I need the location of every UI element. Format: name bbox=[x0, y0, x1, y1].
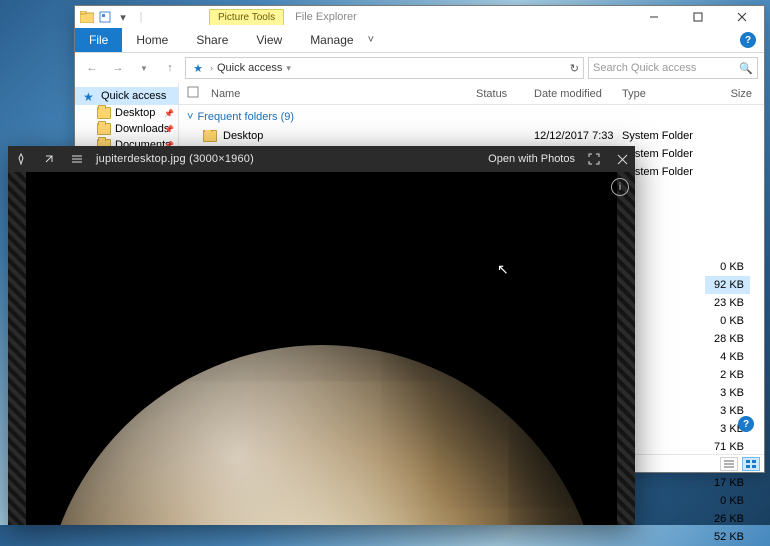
address-field[interactable]: ★ › Quick access ▾ ↻ bbox=[185, 57, 584, 79]
menu-icon[interactable] bbox=[68, 150, 86, 168]
window-controls bbox=[632, 6, 764, 28]
view-details-button[interactable] bbox=[720, 457, 738, 471]
preview-canvas[interactable]: i bbox=[8, 172, 635, 525]
quick-access-toolbar: ▾ | bbox=[75, 9, 149, 25]
size-column-values: 0 KB92 KB23 KB0 KB28 KB4 KB2 KB3 KB3 KB3… bbox=[705, 258, 750, 546]
view-thumbnails-button[interactable] bbox=[742, 457, 760, 471]
pin-icon: 📌 bbox=[164, 109, 174, 118]
ribbon-manage-tab[interactable]: Manage bbox=[296, 28, 367, 52]
jupiter-image bbox=[42, 345, 602, 525]
title-bar: ▾ | Picture Tools File Explorer bbox=[75, 6, 764, 28]
properties-icon[interactable] bbox=[97, 9, 113, 25]
col-date[interactable]: Date modified bbox=[526, 88, 614, 100]
folder-icon bbox=[97, 107, 111, 119]
help-button[interactable]: ? bbox=[740, 32, 756, 48]
sidebar-quick-access-label: Quick access bbox=[101, 90, 166, 102]
col-status[interactable]: Status bbox=[468, 88, 526, 100]
col-type[interactable]: Type bbox=[614, 88, 702, 100]
pin-icon: 📌 bbox=[164, 125, 174, 134]
qat-dropdown-icon[interactable]: ▾ bbox=[115, 9, 131, 25]
nav-up-button[interactable]: ↑ bbox=[159, 57, 181, 79]
file-date: 12/12/2017 7:33 PM bbox=[526, 130, 614, 142]
refresh-button[interactable]: ↻ bbox=[570, 62, 579, 75]
ribbon-view-tab[interactable]: View bbox=[242, 28, 296, 52]
minimize-button[interactable] bbox=[632, 6, 676, 28]
image-preview-window: jupiterdesktop.jpg (3000×1960) Open with… bbox=[8, 146, 635, 525]
preview-filename: jupiterdesktop.jpg (3000×1960) bbox=[96, 153, 254, 165]
size-value[interactable]: 3 KB bbox=[705, 384, 750, 402]
col-name[interactable]: Name bbox=[203, 88, 468, 100]
ribbon-tabs: File Home Share View Manage ˅ ? bbox=[75, 28, 764, 53]
transparency-checker-left bbox=[8, 172, 26, 525]
pin-icon[interactable] bbox=[12, 150, 30, 168]
nav-history-button[interactable]: ▼ bbox=[133, 57, 155, 79]
table-row[interactable]: Desktop 12/12/2017 7:33 PMSystem Folder bbox=[179, 127, 764, 145]
file-name: Desktop bbox=[223, 130, 263, 142]
search-placeholder: Search Quick access bbox=[593, 62, 696, 74]
breadcrumb-separator-icon: › bbox=[210, 63, 213, 73]
col-size[interactable]: Size bbox=[702, 88, 764, 100]
sidebar-item-desktop[interactable]: Desktop 📌 bbox=[75, 105, 178, 121]
sidebar-item-downloads[interactable]: Downloads📌 bbox=[75, 121, 178, 137]
size-value[interactable]: 4 KB bbox=[705, 348, 750, 366]
open-with-photos-button[interactable]: Open with Photos bbox=[488, 153, 575, 165]
maximize-button[interactable] bbox=[676, 6, 720, 28]
ribbon-file-tab[interactable]: File bbox=[75, 28, 122, 52]
size-value[interactable]: 26 KB bbox=[705, 510, 750, 528]
ribbon-share-tab[interactable]: Share bbox=[182, 28, 242, 52]
help-badge[interactable]: ? bbox=[738, 416, 754, 432]
fullscreen-icon[interactable] bbox=[585, 150, 603, 168]
close-button[interactable] bbox=[720, 6, 764, 28]
nav-forward-button[interactable]: → bbox=[107, 57, 129, 79]
qat-separator: | bbox=[133, 9, 149, 25]
address-bar: ← → ▼ ↑ ★ › Quick access ▾ ↻ Search Quic… bbox=[75, 53, 764, 83]
nav-back-button[interactable]: ← bbox=[81, 57, 103, 79]
column-headers: Name Status Date modified Type Size bbox=[179, 83, 764, 105]
size-value[interactable]: 0 KB bbox=[705, 258, 750, 276]
file-type: System Folder bbox=[614, 130, 702, 142]
ribbon-home-tab[interactable]: Home bbox=[122, 28, 182, 52]
explorer-icon bbox=[79, 9, 95, 25]
pin-toggle-icon[interactable] bbox=[40, 150, 58, 168]
contextual-tab-picture-tools[interactable]: Picture Tools bbox=[209, 9, 284, 25]
size-value[interactable]: 23 KB bbox=[705, 294, 750, 312]
group-header-label: Frequent folders (9) bbox=[197, 111, 294, 123]
folder-icon bbox=[97, 123, 111, 135]
transparency-checker-right bbox=[617, 172, 635, 525]
chevron-down-icon: ˅ bbox=[187, 111, 193, 123]
size-value[interactable]: 52 KB bbox=[705, 528, 750, 546]
size-value[interactable]: 92 KB bbox=[705, 276, 750, 294]
folder-icon bbox=[203, 130, 217, 142]
app-title: File Explorer bbox=[285, 9, 367, 25]
quick-access-star-icon: ★ bbox=[190, 60, 206, 76]
col-checkbox[interactable] bbox=[179, 86, 203, 101]
image-content bbox=[26, 172, 617, 525]
tabstrip: Picture Tools File Explorer bbox=[209, 9, 367, 25]
preview-titlebar: jupiterdesktop.jpg (3000×1960) Open with… bbox=[8, 146, 635, 172]
sidebar-item-label: Downloads bbox=[115, 123, 169, 135]
sidebar-quick-access[interactable]: ★ Quick access bbox=[75, 87, 178, 105]
search-icon: 🔍 bbox=[739, 62, 753, 75]
search-input[interactable]: Search Quick access 🔍 bbox=[588, 57, 758, 79]
size-value[interactable]: 2 KB bbox=[705, 366, 750, 384]
size-value[interactable]: 0 KB bbox=[705, 312, 750, 330]
size-value[interactable]: 0 KB bbox=[705, 492, 750, 510]
ribbon-collapse-icon[interactable]: ˅ bbox=[368, 34, 380, 46]
group-header-frequent[interactable]: ˅ Frequent folders (9) bbox=[179, 105, 764, 127]
breadcrumb-dropdown-icon[interactable]: ▾ bbox=[286, 63, 291, 74]
sidebar-item-label: Desktop bbox=[115, 107, 155, 119]
size-value[interactable]: 28 KB bbox=[705, 330, 750, 348]
breadcrumb-quick-access[interactable]: Quick access bbox=[217, 62, 282, 74]
size-value[interactable]: 17 KB bbox=[705, 474, 750, 492]
star-icon: ★ bbox=[83, 90, 97, 102]
preview-close-button[interactable] bbox=[613, 150, 631, 168]
